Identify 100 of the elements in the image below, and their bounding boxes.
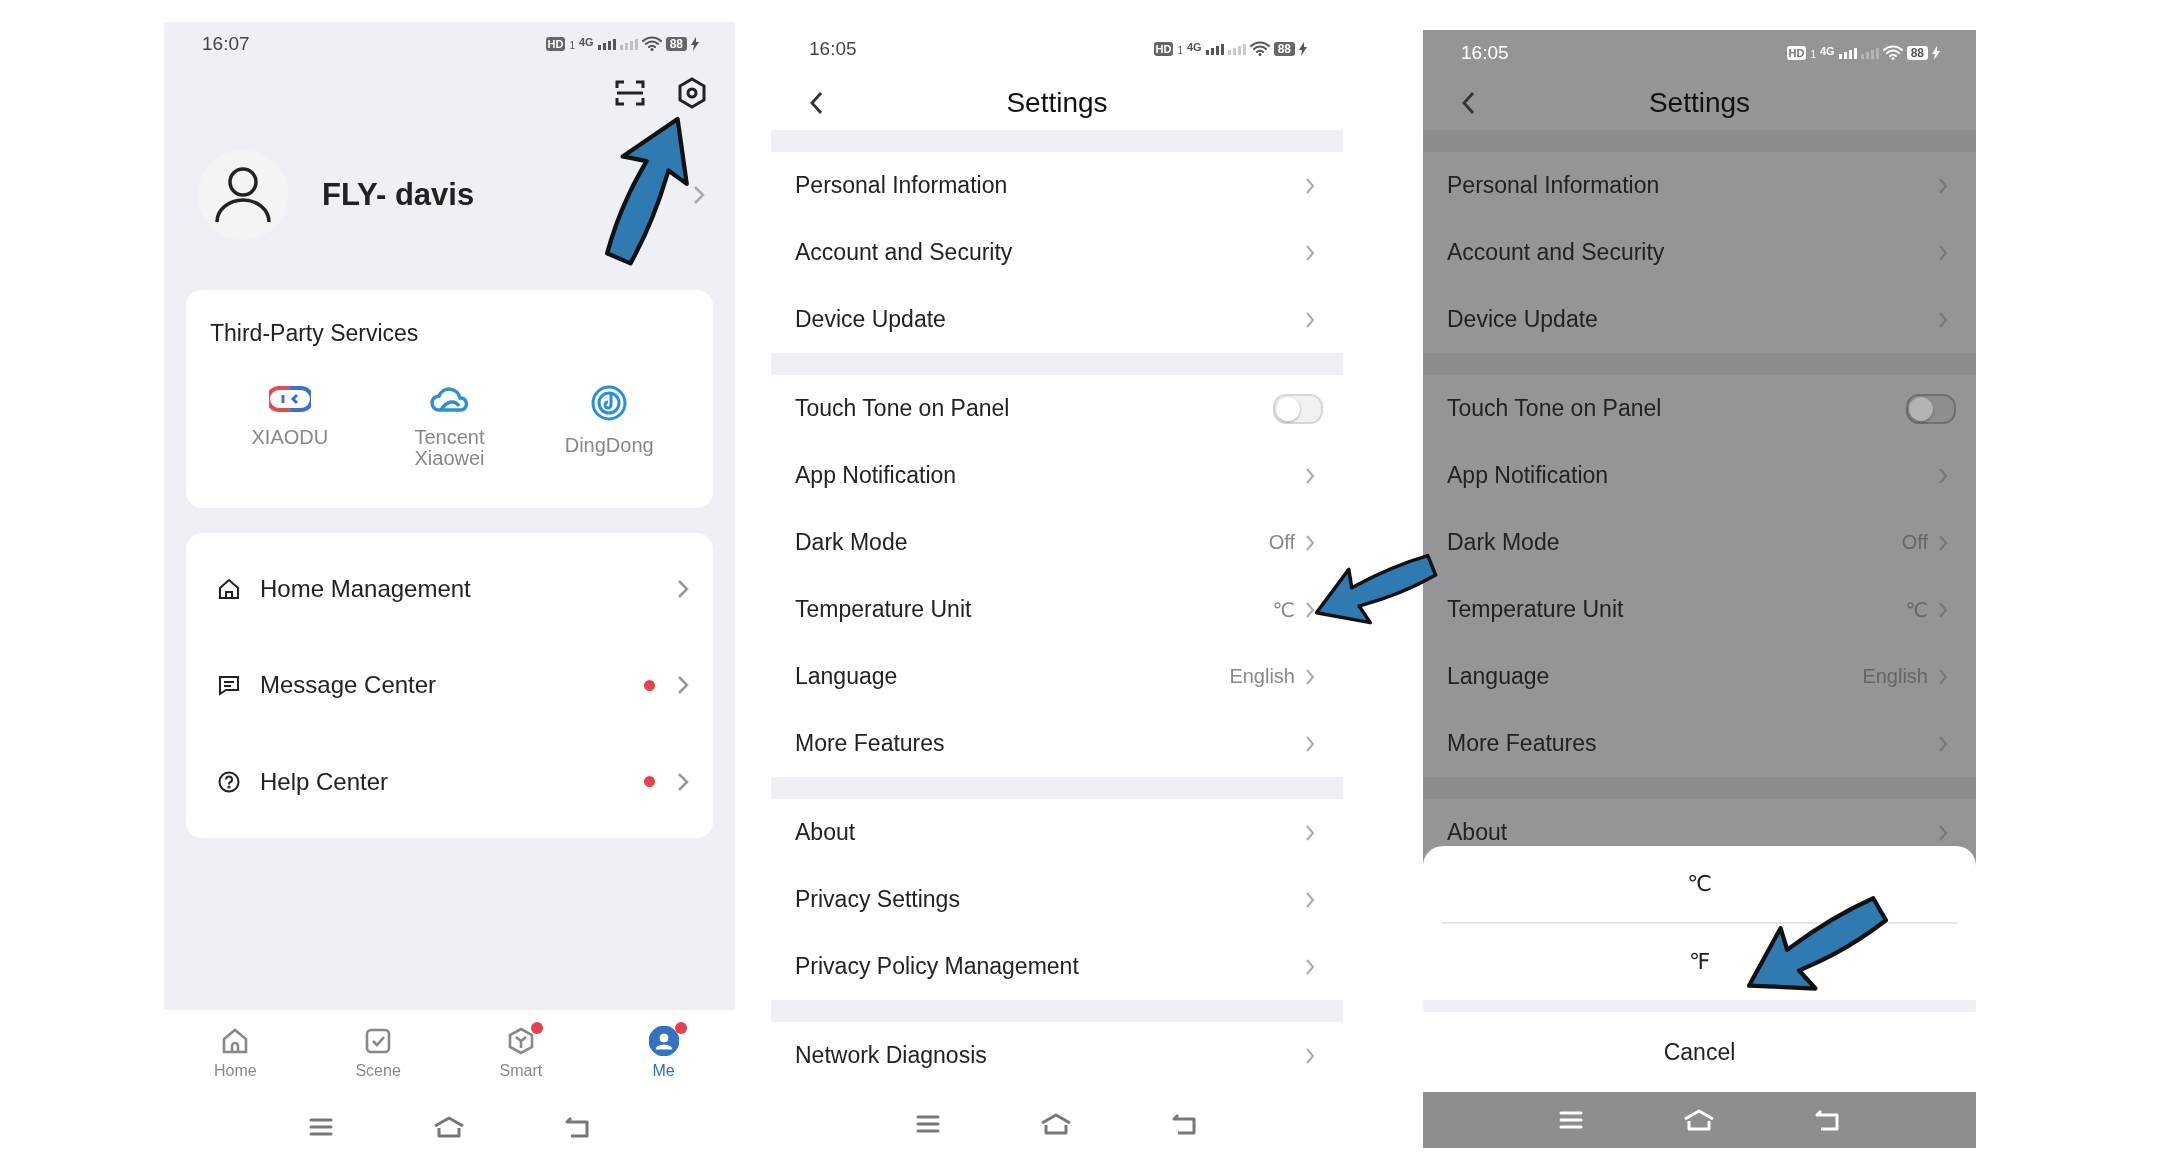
tab[interactable]: Scene [306, 1025, 450, 1080]
tab[interactable]: Smart [449, 1025, 593, 1080]
chevron-icon [1305, 243, 1315, 262]
settings-item[interactable]: Device Update [1447, 306, 1928, 333]
settings-item[interactable]: About [795, 819, 1295, 846]
settings-item[interactable]: Account and Security [1447, 239, 1928, 266]
person-icon [648, 1025, 679, 1056]
settings-item[interactable]: About [1447, 819, 1928, 846]
checkbox-icon [364, 1026, 393, 1055]
chevron-icon [1938, 466, 1948, 485]
sim-number: 1 [1810, 49, 1816, 60]
settings-item[interactable]: Privacy Policy Management [795, 953, 1295, 980]
settings-item[interactable]: App Notification [795, 462, 1295, 489]
signal-icon [597, 37, 616, 50]
tab[interactable]: Me [592, 1025, 735, 1080]
settings-icon[interactable] [677, 76, 707, 109]
menu-item[interactable]: Home Management [260, 575, 628, 604]
robot-face-icon[interactable] [268, 385, 311, 413]
settings-item[interactable]: Network Diagnosis [795, 1042, 1295, 1069]
settings-item[interactable]: App Notification [1447, 462, 1928, 489]
service-label[interactable]: Tencent Xiaowei [394, 427, 505, 469]
screen-title: Settings [1006, 86, 1108, 119]
settings-item[interactable]: Privacy Settings [795, 886, 1295, 913]
settings-item[interactable]: Touch Tone on Panel [1447, 395, 1896, 422]
service-label[interactable]: DingDong [554, 435, 665, 456]
menu-icon[interactable] [308, 1117, 333, 1136]
hd-indicator: HD [545, 36, 566, 51]
network-type: 4G [1186, 41, 1202, 53]
battery-level: 88 [1906, 45, 1928, 60]
screen-title: Settings [1648, 86, 1751, 119]
status-time: 16:05 [809, 37, 857, 60]
status-time: 16:05 [1461, 41, 1509, 64]
chevron-icon [1305, 310, 1315, 329]
card-title: Third-Party Services [210, 320, 420, 347]
cloud-icon[interactable] [428, 385, 471, 413]
setting-value: ℃ [1272, 597, 1295, 622]
battery-level: 88 [665, 36, 687, 51]
unit-option[interactable]: ℉ [1689, 949, 1710, 975]
settings-item[interactable]: Dark Mode [1447, 529, 1892, 556]
music-disc-icon[interactable] [591, 385, 628, 421]
sim-number: 1 [569, 40, 575, 51]
home-icon [221, 1026, 250, 1055]
settings-item[interactable]: Language [795, 663, 1220, 690]
chevron-icon [1305, 823, 1315, 842]
chevron-icon [1938, 310, 1948, 329]
menu-item[interactable]: Message Center [260, 671, 628, 700]
help-icon [218, 770, 240, 793]
signal-icon [619, 37, 638, 50]
menu-icon[interactable] [916, 1114, 940, 1133]
home-icon [218, 578, 240, 601]
settings-item[interactable]: More Features [1447, 730, 1928, 757]
setting-value: English [1229, 665, 1295, 688]
settings-item[interactable]: Dark Mode [795, 529, 1259, 556]
status-time: 16:07 [202, 32, 250, 55]
settings-item[interactable]: Language [1447, 663, 1853, 690]
scan-icon[interactable] [615, 79, 645, 106]
settings-item[interactable]: More Features [795, 730, 1295, 757]
settings-item[interactable]: Touch Tone on Panel [795, 395, 1263, 422]
settings-item[interactable]: Temperature Unit [1447, 596, 1896, 623]
chevron-icon [1938, 734, 1948, 753]
settings-item[interactable]: Personal Information [1447, 172, 1928, 199]
network-type: 4G [578, 36, 594, 48]
signal-icon [1838, 46, 1857, 59]
chevron-icon [1305, 667, 1315, 686]
chevron-icon [677, 675, 689, 696]
settings-item[interactable]: Personal Information [795, 172, 1295, 199]
settings-item[interactable]: Account and Security [795, 239, 1295, 266]
settings-item[interactable]: Temperature Unit [795, 596, 1263, 623]
settings-item[interactable]: Device Update [795, 306, 1295, 333]
back-icon[interactable] [809, 91, 823, 115]
user-name[interactable]: FLY- davis [322, 177, 693, 213]
toggle-switch[interactable] [1906, 393, 1956, 424]
home-icon[interactable] [432, 1115, 465, 1138]
wifi-icon [1249, 41, 1270, 56]
chevron-icon [1305, 466, 1315, 485]
signal-icon [1860, 46, 1879, 59]
setting-value: ℃ [1905, 597, 1928, 622]
chevron-icon [1938, 667, 1948, 686]
sim-number: 1 [1177, 45, 1183, 56]
home-icon[interactable] [1040, 1112, 1072, 1135]
battery-level: 88 [1273, 41, 1295, 56]
chevron-icon [1305, 600, 1315, 619]
chevron-icon [677, 771, 689, 792]
chevron-icon [693, 185, 705, 205]
tab[interactable]: Home [164, 1025, 307, 1080]
hd-indicator: HD [1153, 41, 1174, 56]
hd-indicator: HD [1786, 45, 1807, 60]
cancel-button[interactable]: Cancel [1663, 1038, 1736, 1066]
charging-icon [1932, 45, 1940, 60]
charging-icon [1299, 41, 1307, 56]
chevron-icon [1305, 890, 1315, 909]
wifi-icon [1882, 45, 1903, 60]
signal-icon [1227, 42, 1246, 55]
unit-option[interactable]: ℃ [1687, 871, 1712, 897]
menu-item[interactable]: Help Center [260, 767, 628, 796]
chevron-icon [1305, 533, 1315, 552]
message-icon [218, 674, 240, 697]
chevron-icon [1938, 176, 1948, 195]
service-label[interactable]: XIAODU [234, 427, 345, 448]
signal-icon [1205, 42, 1224, 55]
